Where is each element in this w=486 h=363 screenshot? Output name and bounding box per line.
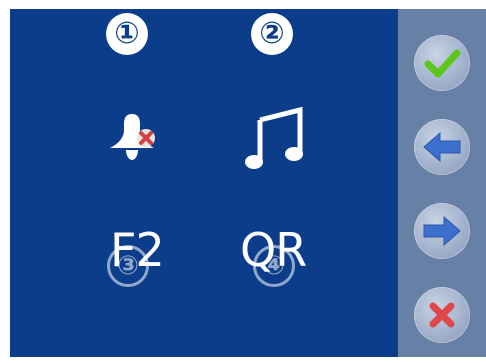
arrow-right-icon	[423, 215, 461, 247]
option-2-number: ②	[251, 13, 293, 55]
cancel-button[interactable]	[414, 287, 470, 343]
back-button[interactable]	[414, 119, 470, 175]
main-panel	[0, 0, 398, 363]
arrow-left-icon	[423, 131, 461, 163]
bell-muted-icon[interactable]	[104, 110, 160, 170]
option-1-number: ①	[106, 13, 148, 55]
confirm-button[interactable]	[414, 35, 470, 91]
checkmark-icon	[424, 49, 461, 78]
music-note-icon[interactable]	[244, 104, 308, 176]
forward-button[interactable]	[414, 203, 470, 259]
option-4-number: ④	[253, 245, 295, 287]
close-icon	[429, 302, 455, 328]
top-border	[0, 0, 486, 9]
option-3-number: ③	[107, 245, 149, 287]
left-border	[0, 0, 10, 363]
device-screen: ① ② F2 ③ QR ④	[0, 0, 486, 363]
bottom-border	[0, 357, 486, 363]
